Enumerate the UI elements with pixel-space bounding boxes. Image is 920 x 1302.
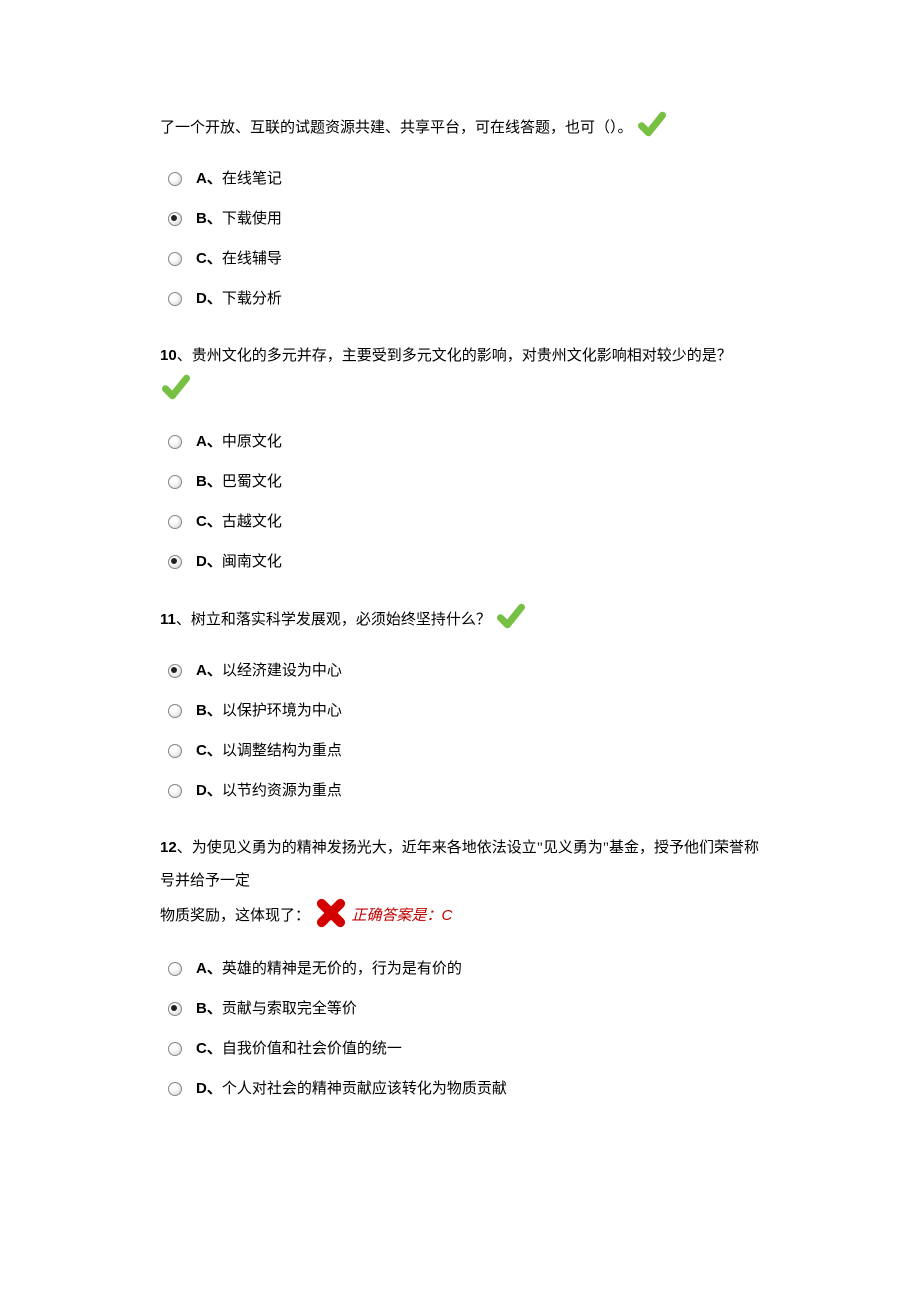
option-row[interactable]: C、以调整结构为重点 [168,739,760,763]
checkmark-icon [497,602,525,643]
question-12: 12、为使见义勇为的精神发扬光大，近年来各地依法设立"见义勇为"基金，授予他们荣… [160,831,760,1101]
option-row[interactable]: C、古越文化 [168,510,760,534]
option-letter: D、 [196,290,222,307]
option-text: 英雄的精神是无价的，行为是有价的 [222,961,462,977]
question-number: 10 [160,347,177,364]
radio-button[interactable] [168,212,182,226]
radio-button[interactable] [168,1082,182,1096]
option-row[interactable]: D、以节约资源为重点 [168,779,760,803]
radio-button[interactable] [168,172,182,186]
option-row[interactable]: B、巴蜀文化 [168,470,760,494]
option-row[interactable]: A、中原文化 [168,430,760,454]
option-text: 下载分析 [222,291,282,307]
option-letter: C、 [196,742,222,759]
option-letter: B、 [196,210,222,227]
option-row[interactable]: A、在线笔记 [168,167,760,191]
option-letter: C、 [196,250,222,267]
option-letter: A、 [196,433,222,450]
radio-button[interactable] [168,784,182,798]
question-12-text-line2: 物质奖励，这体现了： [160,908,310,924]
radio-button[interactable] [168,292,182,306]
question-12-text-line1: 为使见义勇为的精神发扬光大，近年来各地依法设立"见义勇为"基金，授予他们荣誉称号… [160,840,759,889]
option-text: 贡献与索取完全等价 [222,1001,357,1017]
option-row[interactable]: C、自我价值和社会价值的统一 [168,1037,760,1061]
radio-button[interactable] [168,1002,182,1016]
option-text: 巴蜀文化 [222,474,282,490]
correct-answer-label: 正确答案是： [352,908,442,924]
radio-button[interactable] [168,1042,182,1056]
question-11-text: 树立和落实科学发展观，必须始终坚持什么？ [191,612,491,628]
option-letter: B、 [196,1000,222,1017]
radio-button[interactable] [168,555,182,569]
option-text: 在线笔记 [222,171,282,187]
option-letter: A、 [196,662,222,679]
option-text: 以调整结构为重点 [222,743,342,759]
correct-answer-letter: C [442,907,453,924]
option-text: 中原文化 [222,434,282,450]
checkmark-icon [162,373,190,414]
option-row[interactable]: C、在线辅导 [168,247,760,271]
option-letter: D、 [196,553,222,570]
option-text: 闽南文化 [222,554,282,570]
question-10-text: 贵州文化的多元并存，主要受到多元文化的影响，对贵州文化影响相对较少的是？ [192,348,732,364]
radio-button[interactable] [168,475,182,489]
option-text: 以经济建设为中心 [222,663,342,679]
option-letter: C、 [196,1040,222,1057]
option-row[interactable]: D、个人对社会的精神贡献应该转化为物质贡献 [168,1077,760,1101]
question-number: 11 [160,611,176,628]
option-text: 个人对社会的精神贡献应该转化为物质贡献 [222,1081,507,1097]
question-9-text: 了一个开放、互联的试题资源共建、共享平台，可在线答题，也可（）。 [160,120,633,136]
option-row[interactable]: B、以保护环境为中心 [168,699,760,723]
option-row[interactable]: A、英雄的精神是无价的，行为是有价的 [168,957,760,981]
option-text: 以保护环境为中心 [222,703,342,719]
radio-button[interactable] [168,704,182,718]
option-row[interactable]: B、贡献与索取完全等价 [168,997,760,1021]
option-row[interactable]: B、下载使用 [168,207,760,231]
option-text: 古越文化 [222,514,282,530]
option-letter: D、 [196,782,222,799]
option-text: 自我价值和社会价值的统一 [222,1041,402,1057]
question-punct: 、 [177,348,192,364]
cross-icon [316,898,346,941]
question-punct: 、 [176,612,191,628]
option-letter: C、 [196,513,222,530]
radio-button[interactable] [168,962,182,976]
radio-button[interactable] [168,744,182,758]
checkmark-icon [638,110,666,151]
option-letter: B、 [196,473,222,490]
radio-button[interactable] [168,252,182,266]
option-letter: A、 [196,960,222,977]
radio-button[interactable] [168,515,182,529]
radio-button[interactable] [168,664,182,678]
question-9: 了一个开放、互联的试题资源共建、共享平台，可在线答题，也可（）。 A、在线笔记 … [160,110,760,311]
radio-button[interactable] [168,435,182,449]
option-letter: B、 [196,702,222,719]
question-11: 11、树立和落实科学发展观，必须始终坚持什么？ A、以经济建设为中心 B、以保护… [160,602,760,803]
option-row[interactable]: D、闽南文化 [168,550,760,574]
option-text: 在线辅导 [222,251,282,267]
question-number: 12 [160,839,177,856]
option-row[interactable]: A、以经济建设为中心 [168,659,760,683]
option-text: 下载使用 [222,211,282,227]
option-letter: D、 [196,1080,222,1097]
option-letter: A、 [196,170,222,187]
option-text: 以节约资源为重点 [222,783,342,799]
question-punct: 、 [177,840,192,856]
option-row[interactable]: D、下载分析 [168,287,760,311]
question-10: 10、贵州文化的多元并存，主要受到多元文化的影响，对贵州文化影响相对较少的是？ … [160,339,760,574]
